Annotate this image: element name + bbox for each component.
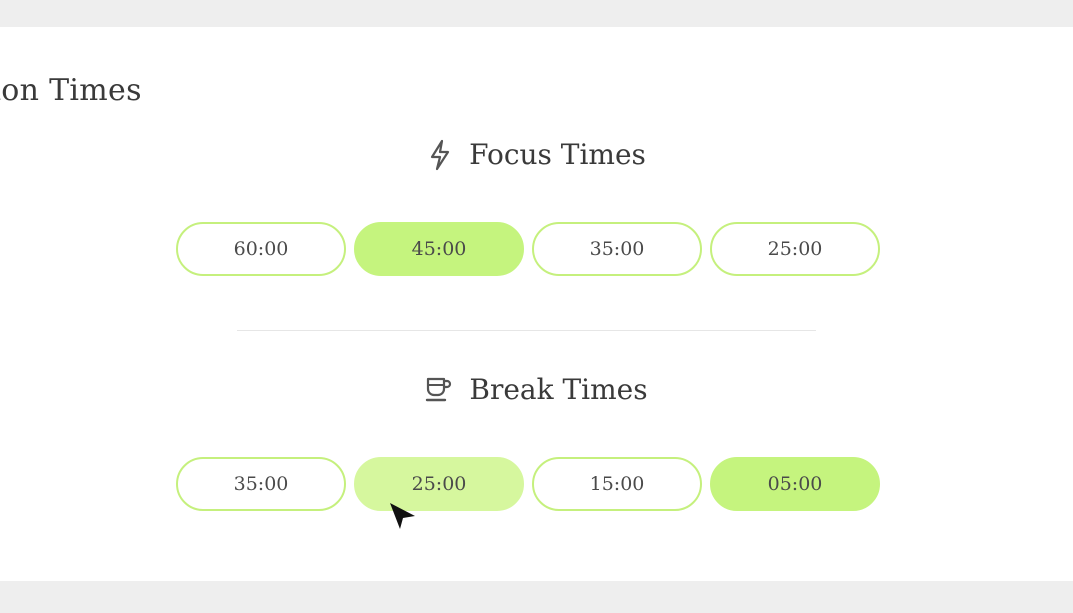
section-title: ssion Times [0,73,142,108]
break-times-options: 35:00 25:00 15:00 05:00 [176,457,880,511]
break-option-15[interactable]: 15:00 [532,457,702,511]
focus-option-25[interactable]: 25:00 [710,222,880,276]
break-option-35[interactable]: 35:00 [176,457,346,511]
break-option-25[interactable]: 25:00 [354,457,524,511]
divider [237,330,816,331]
break-times-heading: Break Times [0,373,1073,406]
break-option-05[interactable]: 05:00 [710,457,880,511]
focus-times-heading: Focus Times [0,138,1073,171]
mouse-cursor-icon [390,503,415,529]
lightning-bolt-icon [427,139,453,171]
break-times-label: Break Times [469,373,648,406]
focus-option-35[interactable]: 35:00 [532,222,702,276]
focus-option-60[interactable]: 60:00 [176,222,346,276]
focus-option-45[interactable]: 45:00 [354,222,524,276]
focus-times-options: 60:00 45:00 35:00 25:00 [176,222,880,276]
session-times-card: ssion Times Focus Times 60:00 45:00 35:0… [0,27,1073,581]
focus-times-label: Focus Times [469,138,646,171]
coffee-cup-icon [425,375,453,405]
